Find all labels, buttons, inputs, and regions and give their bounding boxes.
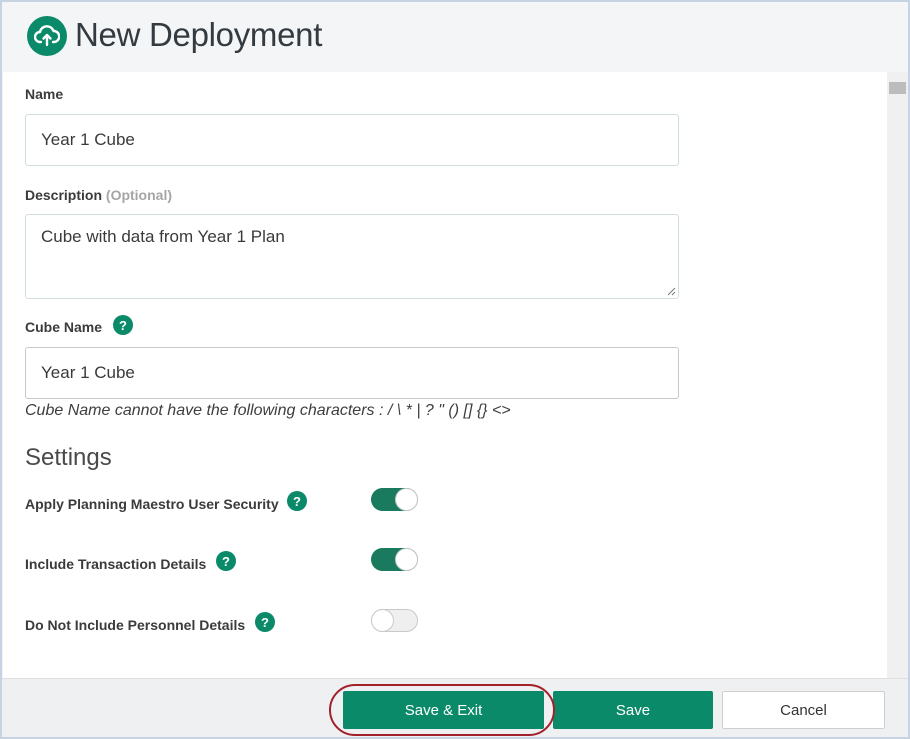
highlight-annotation: [329, 684, 555, 736]
cancel-button[interactable]: Cancel: [722, 691, 885, 729]
page-title: New Deployment: [75, 16, 323, 53]
description-text: Cube with data from Year 1 Plan: [41, 227, 285, 246]
cube-name-label: Cube Name: [25, 319, 103, 335]
description-label: Description (Optional): [25, 187, 172, 203]
scrollbar-thumb[interactable]: [889, 82, 906, 94]
transaction-details-toggle[interactable]: [371, 548, 418, 571]
description-textarea[interactable]: Cube with data from Year 1 Plan: [25, 214, 679, 299]
cube-name-help-icon[interactable]: ?: [113, 315, 133, 335]
cube-name-input[interactable]: [25, 347, 679, 399]
resize-grip-icon[interactable]: [667, 287, 676, 296]
toggle-knob: [395, 548, 418, 571]
scrollbar-track[interactable]: [887, 72, 908, 678]
save-button[interactable]: Save: [553, 691, 713, 729]
cube-name-hint: Cube Name cannot have the following char…: [25, 402, 511, 419]
setting-label-user-security: Apply Planning Maestro User Security: [25, 496, 279, 512]
personnel-details-help-icon[interactable]: ?: [255, 612, 275, 632]
settings-title: Settings: [25, 444, 112, 471]
name-label: Name: [25, 86, 64, 102]
cloud-upload-icon: [27, 16, 67, 56]
user-security-help-icon[interactable]: ?: [287, 491, 307, 511]
toggle-knob: [395, 488, 418, 511]
optional-tag: (Optional): [105, 187, 173, 203]
setting-label-transaction-details: Include Transaction Details: [25, 556, 207, 572]
setting-label-personnel-details: Do Not Include Personnel Details: [25, 617, 246, 633]
description-label-text: Description: [25, 187, 103, 203]
toggle-knob: [371, 609, 394, 632]
page-header: New Deployment: [2, 2, 908, 72]
personnel-details-toggle[interactable]: [371, 609, 418, 632]
name-input[interactable]: [25, 114, 679, 166]
user-security-toggle[interactable]: [371, 488, 418, 511]
transaction-details-help-icon[interactable]: ?: [216, 551, 236, 571]
